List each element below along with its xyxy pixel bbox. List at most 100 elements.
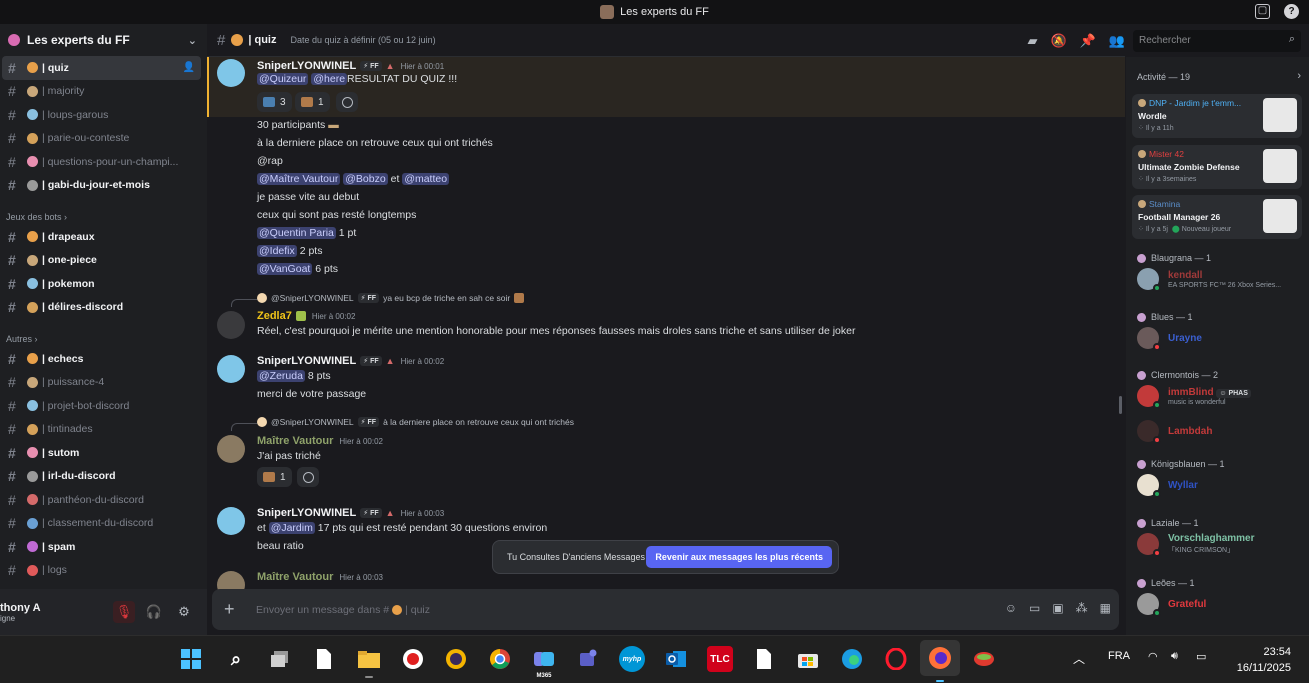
member-item[interactable]: Lambdah bbox=[1137, 418, 1212, 444]
app-icon[interactable] bbox=[971, 646, 997, 672]
threads-icon[interactable]: ▰ bbox=[1027, 33, 1037, 49]
channel-item[interactable]: # | irl-du-discord bbox=[2, 465, 201, 489]
add-reaction-button[interactable] bbox=[297, 467, 319, 487]
chevron-right-icon[interactable]: › bbox=[1297, 70, 1301, 82]
channel-item[interactable]: # | questions-pour-un-champi... bbox=[2, 150, 201, 174]
channel-item[interactable]: # | classement-du-discord bbox=[2, 512, 201, 536]
member-item[interactable]: Urayne bbox=[1137, 325, 1202, 351]
gear-icon[interactable]: ⚙ bbox=[173, 601, 195, 623]
start-icon[interactable] bbox=[178, 646, 204, 672]
file-explorer-icon[interactable] bbox=[356, 646, 382, 678]
channel-item[interactable]: # | panthéon-du-discord bbox=[2, 488, 201, 512]
mention[interactable]: @Maître Vautour bbox=[257, 173, 341, 185]
volume-icon[interactable]: 🔊︎ bbox=[1171, 650, 1178, 663]
add-reaction-button[interactable] bbox=[336, 92, 358, 112]
channel-item[interactable]: # | délires-discord bbox=[2, 296, 201, 320]
channel-item[interactable]: # | drapeaux bbox=[2, 225, 201, 249]
channel-item[interactable]: # | spam bbox=[2, 535, 201, 559]
opera-icon[interactable] bbox=[883, 646, 909, 672]
chrome-icon[interactable] bbox=[487, 646, 513, 672]
user-panel[interactable]: thony A igne 🎙 🎧 ⚙ bbox=[0, 589, 207, 635]
member-item[interactable]: kendall EA SPORTS FC™ 26 Xbox Series... bbox=[1137, 266, 1281, 292]
reaction[interactable]: 3 bbox=[257, 92, 292, 112]
message-author[interactable]: SniperLYONWINEL bbox=[257, 355, 356, 367]
reaction[interactable]: 1 bbox=[257, 467, 292, 487]
message-author[interactable]: Maître Vautour bbox=[257, 571, 333, 583]
clock[interactable]: 23:54 16/11/2025 bbox=[1237, 644, 1291, 676]
search-input[interactable]: Rechercher ⌕ bbox=[1133, 30, 1301, 52]
channel-item[interactable]: # | projet-bot-discord bbox=[2, 394, 201, 418]
store-icon[interactable] bbox=[795, 646, 821, 672]
message-author[interactable]: SniperLYONWINEL bbox=[257, 507, 356, 519]
file-icon[interactable] bbox=[311, 646, 337, 672]
chevron-up-icon[interactable]: ︿ bbox=[1073, 650, 1085, 667]
mention[interactable]: @Bobzo bbox=[343, 173, 388, 185]
outlook-icon[interactable] bbox=[663, 646, 689, 672]
mention[interactable]: @Idefix bbox=[257, 245, 297, 257]
headset-icon[interactable]: 🎧 bbox=[143, 601, 165, 623]
channel-item[interactable]: # | quiz 👤 bbox=[2, 56, 201, 80]
mention[interactable]: @Quizeur bbox=[257, 73, 309, 85]
pin-icon[interactable]: 📌 bbox=[1080, 33, 1096, 49]
vpn-icon[interactable] bbox=[443, 646, 469, 672]
activity-card[interactable]: DNP - Jardim je t'emm... Wordle ⁘ Il y a 1… bbox=[1132, 94, 1302, 138]
avatar[interactable] bbox=[217, 435, 245, 463]
jump-to-present-button[interactable]: Revenir aux messages les plus récents bbox=[646, 546, 832, 568]
channel-item[interactable]: # | tintinades bbox=[2, 418, 201, 442]
message-author[interactable]: Maître Vautour bbox=[257, 435, 333, 447]
mention[interactable]: @here bbox=[311, 73, 348, 85]
channel-item[interactable]: # | sutom bbox=[2, 441, 201, 465]
chevron-down-icon[interactable]: ⌄ bbox=[188, 34, 197, 47]
channel-item[interactable]: # | parie-ou-conteste bbox=[2, 127, 201, 151]
record-icon[interactable] bbox=[400, 646, 426, 672]
avatar[interactable] bbox=[217, 355, 245, 383]
channel-item[interactable]: # | loups-garous bbox=[2, 103, 201, 127]
member-item[interactable]: Wyllar bbox=[1137, 472, 1198, 498]
mention[interactable]: @matteo bbox=[402, 173, 450, 185]
gift-icon[interactable]: ▦ bbox=[1100, 601, 1111, 615]
message-author[interactable]: Zedla7 bbox=[257, 310, 292, 322]
emoji-icon[interactable]: ☺ bbox=[1005, 601, 1017, 615]
sticker-icon[interactable]: ▣ bbox=[1052, 601, 1063, 615]
mention[interactable]: @Zeruda bbox=[257, 370, 305, 382]
reply-reference[interactable]: @SniperLYONWINEL ⚡ FF ya eu bcp de trich… bbox=[257, 293, 525, 303]
channel-item[interactable]: # | echecs bbox=[2, 347, 201, 371]
teams-icon[interactable] bbox=[575, 646, 601, 672]
task-view-icon[interactable] bbox=[267, 646, 293, 672]
channel-item[interactable]: # | majority bbox=[2, 80, 201, 104]
activity-card[interactable]: Mister 42 Ultimate Zombie Defense ⁘ Il y a… bbox=[1132, 145, 1302, 189]
plus-icon[interactable]: + bbox=[224, 599, 242, 620]
channel-item[interactable]: # | puissance-4 bbox=[2, 371, 201, 395]
language-indicator[interactable]: FRA bbox=[1108, 650, 1130, 662]
hp-icon[interactable]: myhp bbox=[619, 646, 645, 672]
channel-item[interactable]: # | gabi-du-jour-et-mois bbox=[2, 174, 201, 198]
activity-card[interactable]: Stamina Football Manager 26 ⁘ Il y a 5j ⬤ … bbox=[1132, 195, 1302, 239]
wifi-icon[interactable]: ◠ bbox=[1148, 650, 1158, 663]
notifications-muted-icon[interactable]: 🔕 bbox=[1050, 33, 1066, 49]
mention[interactable]: @Quentin Paria bbox=[257, 227, 336, 239]
m365-icon[interactable]: M365 bbox=[531, 646, 557, 679]
server-header[interactable]: Les experts du FF ⌄ bbox=[0, 24, 207, 56]
inbox-icon[interactable]: ▢ bbox=[1255, 4, 1270, 19]
message-author[interactable]: SniperLYONWINEL bbox=[257, 60, 356, 72]
mention[interactable]: @VanGoat bbox=[257, 263, 313, 275]
document-icon[interactable] bbox=[751, 646, 777, 672]
member-item[interactable]: Vorschlaghammer 「KING CRIMSON」 bbox=[1137, 531, 1255, 557]
member-list-icon[interactable]: 👥 bbox=[1109, 33, 1125, 49]
invite-icon[interactable]: 👤 bbox=[183, 62, 195, 73]
scrollbar-thumb[interactable] bbox=[1119, 396, 1122, 414]
avatar[interactable] bbox=[217, 507, 245, 535]
mention[interactable]: @Jardim bbox=[268, 522, 315, 534]
mute-icon[interactable]: 🎙 bbox=[113, 601, 135, 623]
help-icon[interactable]: ? bbox=[1284, 4, 1299, 19]
member-item[interactable]: Grateful bbox=[1137, 591, 1206, 617]
avatar[interactable] bbox=[217, 59, 245, 87]
search-icon[interactable]: ⌕ bbox=[223, 646, 249, 672]
channel-topic[interactable]: Date du quiz à définir (05 ou 12 juin) bbox=[290, 35, 435, 45]
battery-icon[interactable]: ▭ bbox=[1196, 650, 1206, 663]
channel-item[interactable]: # | logs bbox=[2, 559, 201, 583]
edge-icon[interactable] bbox=[839, 646, 865, 672]
reply-reference[interactable]: @SniperLYONWINEL ⚡ FF à la derniere plac… bbox=[257, 417, 574, 427]
channel-item[interactable]: # | one-piece bbox=[2, 249, 201, 273]
message-input[interactable]: + Envoyer un message dans # | quiz ☺ ▭ ▣ … bbox=[212, 589, 1119, 630]
